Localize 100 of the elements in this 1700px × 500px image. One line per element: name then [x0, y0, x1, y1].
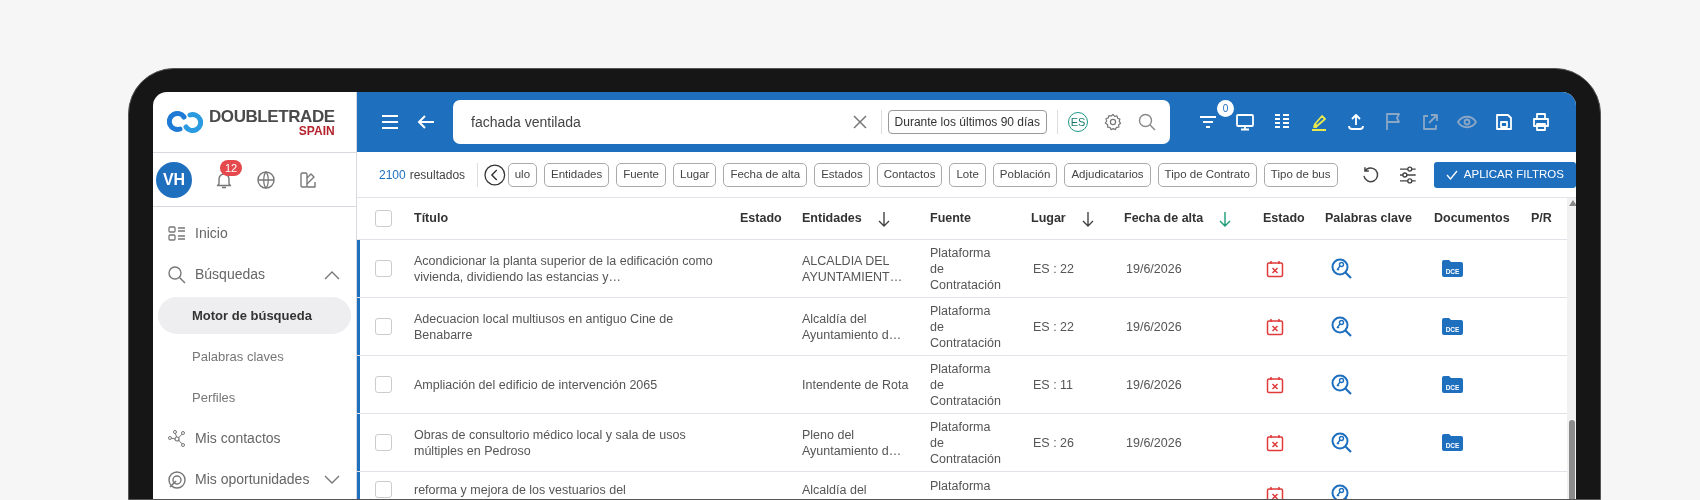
menu-icon[interactable] — [381, 114, 399, 130]
title-cell[interactable]: Adecuacion local multiusos en antiguo Cine de Benabarre — [414, 310, 738, 343]
filter-chip[interactable]: Entidades — [544, 162, 610, 187]
source-cell-text: Plataforma — [930, 478, 992, 494]
calendar-x-icon[interactable] — [1266, 375, 1284, 394]
date-cell-text: 19/6/2026 — [1125, 318, 1183, 335]
column-header[interactable]: Título — [414, 209, 448, 228]
title-cell[interactable]: Obras de consultorio médico local y sala de usos múltiples en Pedroso — [414, 426, 738, 459]
column-header[interactable]: Fuente — [930, 209, 971, 228]
date-cell-text: 19/6/2026 — [1125, 434, 1183, 451]
highlighter-icon[interactable] — [1309, 112, 1329, 132]
date-cell-text: 19/6/2026 — [1125, 376, 1183, 393]
sidebar-item[interactable]: Mis oportunidades — [153, 459, 356, 499]
chevron-left-button[interactable] — [484, 163, 506, 186]
filter-chip[interactable]: Lote — [949, 162, 986, 187]
column-header[interactable]: P/R — [1531, 209, 1552, 228]
sidebar-item[interactable]: Búsquedas — [153, 254, 356, 295]
count-badge: 0 — [1217, 100, 1234, 117]
key-search-icon[interactable] — [1331, 431, 1353, 454]
sort-arrow-icon[interactable] — [877, 210, 890, 227]
column-header[interactable]: Entidades — [802, 209, 862, 228]
close-icon[interactable] — [852, 115, 867, 129]
brand-region: SPAIN — [298, 124, 335, 137]
save-icon[interactable] — [1494, 112, 1514, 132]
entity-cell-text: Alcaldía del Ayuntamiento d… — [802, 310, 903, 343]
settings-icon[interactable] — [1104, 113, 1122, 131]
filter-chip[interactable]: Fuente — [616, 162, 666, 187]
search-field[interactable]: fachada ventilada Durante los últimos 90 días ES — [453, 100, 1170, 144]
back-arrow-icon[interactable] — [417, 114, 435, 130]
monitor-icon[interactable] — [1235, 112, 1255, 132]
checkbox[interactable] — [375, 434, 392, 451]
filter-chip[interactable]: Contactos — [876, 162, 943, 187]
check-icon — [1445, 169, 1458, 180]
title-cell[interactable]: Acondicionar la planta superior de la edificación como vivienda, dividiendo las estancias y… — [414, 252, 738, 285]
column-header[interactable]: Lugar — [1031, 209, 1066, 228]
dashboard-icon — [167, 223, 187, 244]
entity-cell-text: ALCALDIA DEL AYUNTAMIENT… — [802, 252, 904, 285]
upload-icon[interactable] — [1346, 112, 1366, 132]
key-search-icon[interactable] — [1331, 257, 1353, 280]
entity-cell-text: Intendente de Rota — [802, 376, 910, 393]
search-icon — [167, 264, 187, 285]
column-header[interactable]: Estado — [1263, 209, 1305, 228]
filter-chip[interactable]: Lugar — [673, 162, 717, 187]
globe-icon[interactable] — [256, 169, 276, 190]
calendar-x-icon[interactable] — [1266, 259, 1284, 278]
network-icon — [167, 428, 187, 449]
logo-icon — [167, 109, 203, 135]
filter-chip[interactable]: Fecha de alta — [723, 162, 808, 187]
checkbox[interactable] — [375, 481, 392, 498]
key-search-icon[interactable] — [1331, 373, 1353, 396]
calendar-x-icon[interactable] — [1266, 486, 1284, 499]
checkbox[interactable] — [375, 318, 392, 335]
sort-arrow-icon[interactable] — [1081, 210, 1094, 227]
print-icon[interactable] — [1531, 112, 1551, 132]
key-search-icon[interactable] — [1331, 315, 1353, 338]
sidebar-subitem[interactable]: Palabras claves — [158, 338, 351, 375]
checkbox[interactable] — [375, 210, 392, 227]
sidebar-subitem[interactable]: Motor de búsqueda — [158, 297, 351, 334]
swatches-icon[interactable] — [298, 169, 318, 190]
reset-icon[interactable] — [1360, 164, 1381, 185]
notification-badge: 12 — [220, 159, 243, 176]
filter-chip[interactable]: ulo — [507, 162, 538, 187]
place-cell-text: ES : 22 — [1032, 260, 1075, 277]
source-cell-text: Plataforma de Contratación — [930, 418, 1002, 467]
sidebar-item[interactable]: Mis contactos — [153, 418, 356, 459]
column-header[interactable]: Palabras clave — [1325, 209, 1412, 228]
filter-chip[interactable]: Adjudicatarios — [1064, 162, 1151, 187]
calendar-x-icon[interactable] — [1266, 317, 1284, 336]
sidebar-item[interactable]: Inicio — [153, 213, 356, 254]
place-cell-text: ES : 22 — [1032, 318, 1075, 335]
brand-name: DOUBLETRADE — [209, 107, 335, 125]
source-cell-text: Plataforma de Contratación — [930, 360, 1002, 409]
apply-filters-button[interactable]: APLICAR FILTROS — [1433, 161, 1576, 188]
filter-chip[interactable]: Estados — [814, 162, 870, 187]
column-header[interactable]: Fecha de alta — [1124, 209, 1204, 228]
filter-chip[interactable]: Población — [992, 162, 1058, 187]
place-cell-text: ES : 11 — [1032, 376, 1075, 393]
filter-chip[interactable]: Tipo de bus — [1263, 162, 1338, 187]
user-avatar[interactable]: VH — [156, 161, 192, 198]
date-range-chip[interactable]: Durante los últimos 90 días — [887, 110, 1047, 134]
place-cell-text: ES : 26 — [1032, 434, 1075, 451]
results-label: resultados — [409, 166, 466, 184]
title-cell[interactable]: Ampliación del edificio de intervención 2065 — [414, 376, 738, 393]
sliders-icon[interactable] — [1398, 164, 1418, 185]
calendar-x-icon[interactable] — [1266, 433, 1284, 452]
column-header[interactable]: Estado — [740, 209, 782, 228]
source-cell-text: Plataforma de Contratación — [930, 302, 1002, 351]
checkbox[interactable] — [375, 376, 392, 393]
filter-chip[interactable]: Tipo de Contrato — [1157, 162, 1257, 187]
title-cell[interactable]: reforma y mejora de los vestuarios del — [414, 482, 738, 498]
checkbox[interactable] — [375, 260, 392, 277]
entity-cell-text: Pleno del Ayuntamiento d… — [802, 426, 903, 459]
target-icon — [167, 469, 187, 490]
entity-cell-text: Alcaldía del — [802, 482, 868, 498]
sidebar-subitem[interactable]: Perfiles — [158, 379, 351, 416]
search-icon[interactable] — [1138, 113, 1156, 131]
result-count: 2100 — [379, 166, 406, 184]
date-cell-text: 19/6/2026 — [1125, 260, 1183, 277]
scrollbar[interactable] — [1567, 198, 1576, 499]
column-header[interactable]: Documentos — [1434, 209, 1510, 228]
